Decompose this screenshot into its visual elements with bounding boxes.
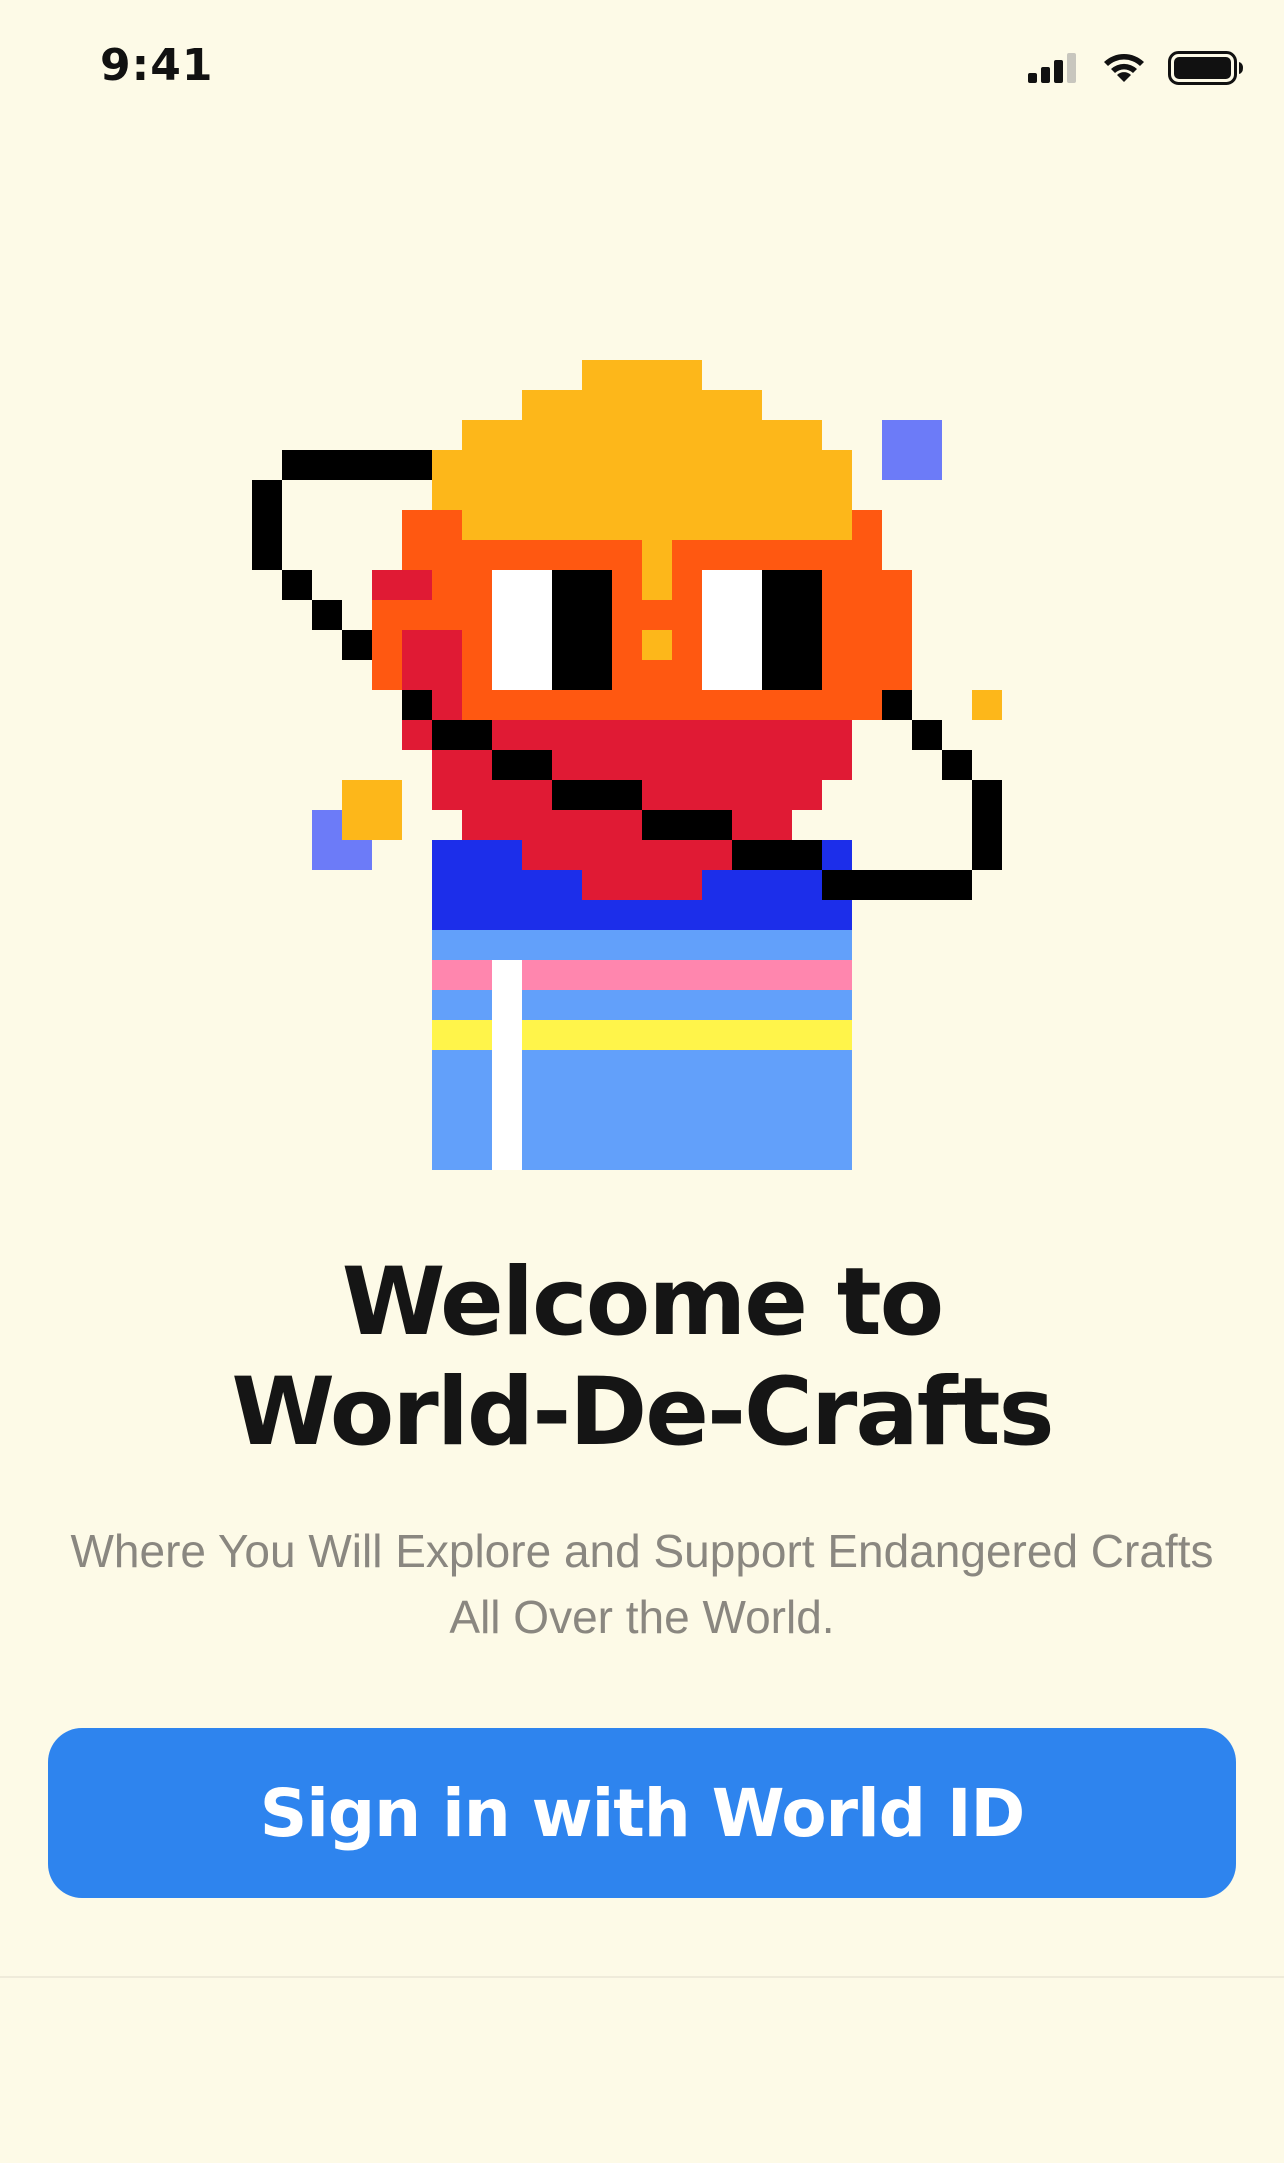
hero-illustration bbox=[0, 340, 1284, 1220]
subtitle-line-2: All Over the World. bbox=[449, 1591, 835, 1643]
wifi-icon bbox=[1102, 52, 1146, 89]
title-line-2: World-De-Crafts bbox=[231, 1358, 1054, 1467]
title-line-1: Welcome to bbox=[341, 1248, 945, 1357]
pixel-art-mascot bbox=[252, 360, 1002, 1170]
status-time: 9:41 bbox=[100, 40, 214, 91]
battery-icon bbox=[1168, 50, 1244, 90]
cellular-signal-icon bbox=[1028, 52, 1080, 88]
bottom-divider bbox=[0, 1976, 1284, 1978]
status-icons bbox=[1028, 50, 1244, 90]
sign-in-with-world-id-button[interactable]: Sign in with World ID bbox=[48, 1728, 1236, 1898]
subtitle-line-1: Where You Will Explore and Support Endan… bbox=[70, 1525, 1214, 1577]
page-title: Welcome to World-De-Crafts bbox=[0, 1248, 1284, 1468]
page-subtitle: Where You Will Explore and Support Endan… bbox=[40, 1518, 1244, 1650]
status-bar: 9:41 bbox=[0, 0, 1284, 140]
